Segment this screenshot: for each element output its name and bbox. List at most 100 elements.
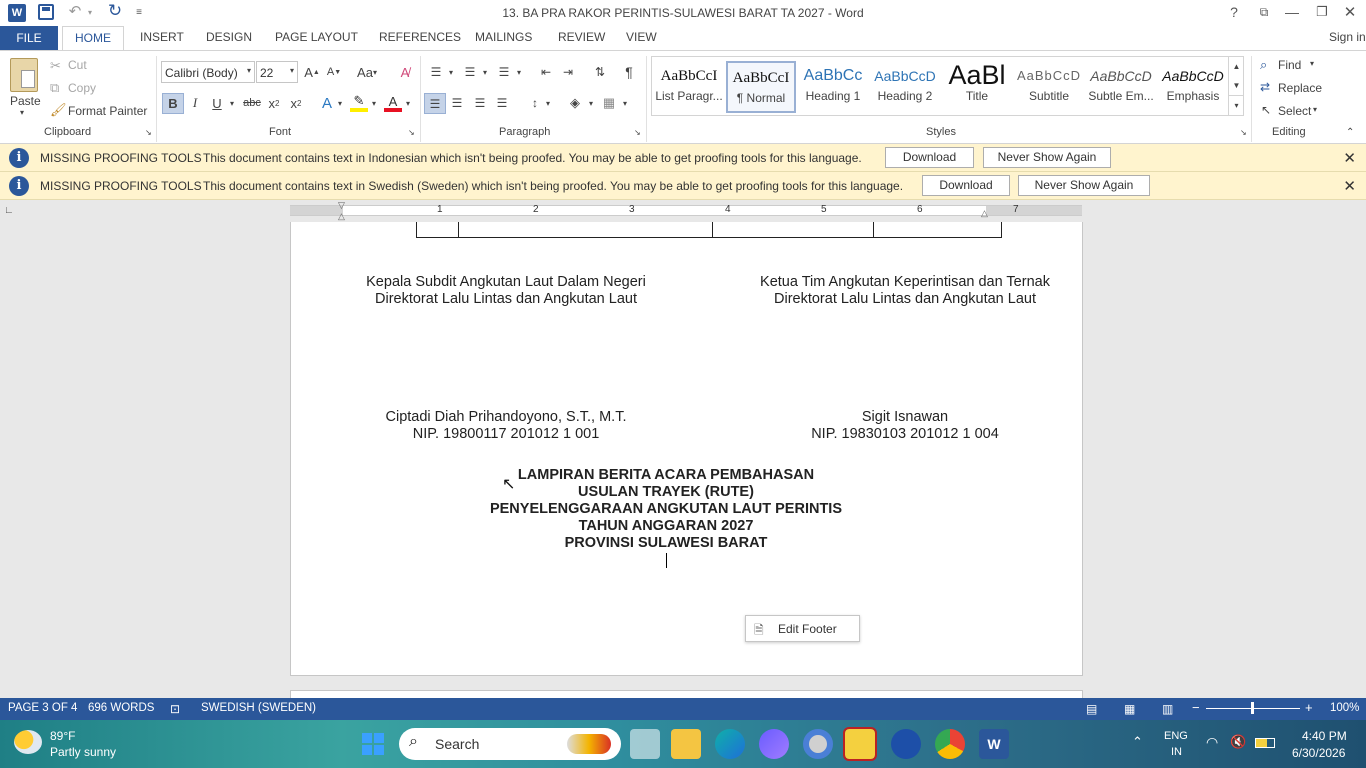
right-indent-icon[interactable]: △ [981,208,988,219]
tab-mailings[interactable]: MAILINGS [475,30,532,44]
tab-references[interactable]: REFERENCES [379,30,461,44]
proofing-icon[interactable]: ⊡ [170,702,180,716]
style-emphasis[interactable]: AaBbCcD Emphasis [1158,61,1228,113]
volume-icon[interactable]: 🔇 [1230,734,1246,750]
download-button[interactable]: Download [885,147,974,168]
first-line-indent-icon[interactable]: ▽ [338,200,345,211]
highlight-dropdown-icon[interactable]: ▾ [370,94,378,112]
word-count[interactable]: 696 WORDS [88,702,154,714]
replace-icon[interactable]: ⇄ [1260,80,1270,94]
close-message-icon[interactable]: ✕ [1343,177,1356,195]
font-size-dropdown-icon[interactable]: ▾ [290,66,294,75]
paragraph-launcher-icon[interactable]: ↘ [634,128,641,137]
download-button[interactable]: Download [922,175,1010,196]
language-secondary[interactable]: IN [1171,746,1182,758]
bullets-dropdown-icon[interactable]: ▾ [447,63,455,81]
select-button[interactable]: Select [1278,104,1311,118]
borders-icon[interactable]: ▦ [600,94,618,112]
superscript-button[interactable]: x2 [287,94,305,112]
tab-insert[interactable]: INSERT [140,30,184,44]
multilevel-list-icon[interactable]: ☰ [495,63,513,81]
underline-dropdown-icon[interactable]: ▾ [228,94,236,112]
borders-dropdown-icon[interactable]: ▾ [621,94,629,112]
page-indicator[interactable]: PAGE 3 OF 4 [8,702,77,714]
change-case-icon[interactable]: Aa ▾ [354,63,380,81]
never-show-again-button[interactable]: Never Show Again [983,147,1111,168]
style-subtle-emphasis[interactable]: AaBbCcD Subtle Em... [1086,61,1156,113]
strikethrough-button[interactable]: abc [242,94,262,112]
clipboard-launcher-icon[interactable]: ↘ [145,128,152,137]
font-color-dropdown-icon[interactable]: ▾ [404,94,412,112]
help-icon[interactable]: ? [1226,3,1242,21]
read-mode-icon[interactable]: ▤ [1086,702,1097,716]
shading-dropdown-icon[interactable]: ▾ [587,94,595,112]
zoom-slider[interactable] [1206,702,1300,714]
app-icon-purple[interactable] [759,729,789,759]
font-color-icon[interactable]: A [384,94,402,112]
battery-icon[interactable] [1255,738,1275,748]
clock-time[interactable]: 4:40 PM [1302,729,1347,743]
styles-scroll-down-icon[interactable]: ▼ [1229,76,1244,95]
sticky-notes-icon[interactable] [843,727,877,761]
find-icon[interactable]: ⌕ [1260,57,1267,73]
tab-home[interactable]: HOME [62,26,124,51]
show-formatting-icon[interactable]: ¶ [620,63,638,81]
format-painter-button[interactable]: Format Painter [68,104,147,118]
tab-design[interactable]: DESIGN [206,30,252,44]
zoom-level[interactable]: 100% [1330,702,1359,714]
style-title[interactable]: AaBl Title [942,61,1012,113]
zoom-out-icon[interactable]: − [1192,700,1200,715]
bold-button[interactable]: B [162,93,184,114]
edit-footer-button[interactable]: 🗎 Edit Footer [745,615,860,642]
paste-dropdown-icon[interactable]: ▾ [20,108,24,117]
search-box[interactable]: ⌕ Search [399,728,621,760]
font-size-box[interactable]: 22 ▾ [256,61,298,83]
justify-button[interactable]: ☰ [493,94,511,112]
ribbon-display-icon[interactable]: ⧉ [1256,4,1272,20]
zoom-slider-thumb[interactable] [1251,702,1254,714]
chrome-icon[interactable] [935,729,965,759]
numbering-dropdown-icon[interactable]: ▾ [481,63,489,81]
bullets-icon[interactable]: ☰ [427,63,445,81]
close-window-icon[interactable]: ✕ [1342,3,1358,21]
copy-icon[interactable]: ⧉ [50,80,59,96]
file-explorer-icon[interactable] [671,729,701,759]
text-effects-dropdown-icon[interactable]: ▾ [336,94,344,112]
close-message-icon[interactable]: ✕ [1343,149,1356,167]
styles-scroll-up-icon[interactable]: ▲ [1229,57,1244,76]
word-taskbar-icon[interactable]: W [979,729,1009,759]
find-dropdown-icon[interactable]: ▾ [1310,59,1314,68]
left-indent-icon[interactable]: △ [338,211,345,222]
style-heading-1[interactable]: AaBbCc Heading 1 [798,61,868,113]
copy-button[interactable]: Copy [68,81,96,95]
never-show-again-button[interactable]: Never Show Again [1018,175,1150,196]
web-layout-icon[interactable]: ▥ [1162,702,1173,716]
cut-button[interactable]: Cut [68,58,87,72]
paste-icon[interactable] [10,58,38,92]
styles-launcher-icon[interactable]: ↘ [1240,128,1247,137]
weather-icon[interactable] [14,730,42,754]
decrease-indent-icon[interactable]: ⇤ [537,63,555,81]
tab-review[interactable]: REVIEW [558,30,605,44]
start-icon[interactable] [362,733,384,755]
print-layout-icon[interactable]: ▦ [1124,702,1135,716]
app-icon-blue[interactable] [891,729,921,759]
font-launcher-icon[interactable]: ↘ [408,128,415,137]
underline-button[interactable]: U [208,94,226,112]
replace-button[interactable]: Replace [1278,81,1322,95]
cut-icon[interactable]: ✂ [50,58,61,74]
sort-icon[interactable]: ⇅ [591,63,609,81]
app-icon-camera[interactable] [803,729,833,759]
select-dropdown-icon[interactable]: ▾ [1313,105,1317,114]
clock-date[interactable]: 6/30/2026 [1292,746,1345,760]
collapse-ribbon-icon[interactable]: ⌃ [1346,127,1354,138]
select-icon[interactable]: ↖ [1261,103,1271,117]
increase-indent-icon[interactable]: ⇥ [559,63,577,81]
tab-file[interactable]: FILE [0,26,58,50]
weather-temperature[interactable]: 89°F [50,729,75,743]
tab-view[interactable]: VIEW [626,30,657,44]
multilevel-list-dropdown-icon[interactable]: ▾ [515,63,523,81]
shading-icon[interactable]: ◈ [566,94,584,112]
weather-description[interactable]: Partly sunny [50,745,116,759]
highlight-icon[interactable]: ✎ [350,93,368,112]
